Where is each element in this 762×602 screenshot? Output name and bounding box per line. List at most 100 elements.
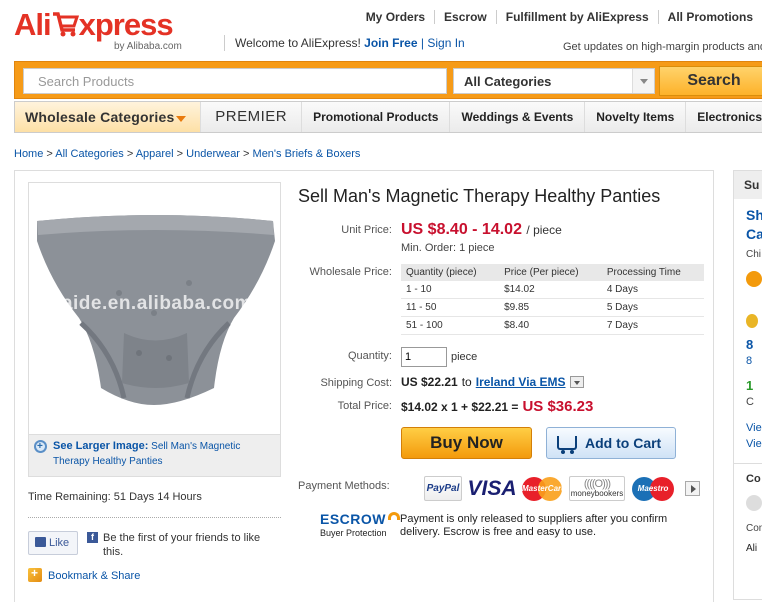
topnav-fulfillment[interactable]: Fulfillment by AliExpress <box>495 10 658 24</box>
topnav-all-promotions[interactable]: All Promotions <box>657 10 762 24</box>
search-button[interactable]: Search <box>659 66 762 96</box>
shipping-cost-label: Shipping Cost: <box>320 377 392 389</box>
maestro-text: Maestro <box>637 484 669 493</box>
quantity-unit: piece <box>451 351 478 363</box>
updates-text: Get updates on high-margin products and <box>563 41 762 53</box>
welcome-text: Welcome to AliExpress! <box>235 36 361 50</box>
visa-logo: VISA <box>467 477 517 500</box>
table-row: 51 - 100 $8.40 7 Days <box>401 316 704 335</box>
sign-in-link[interactable]: Sign In <box>427 36 464 50</box>
breadcrumb-home[interactable]: Home <box>14 148 43 160</box>
mastercard-logo: MasterCard <box>522 476 566 501</box>
category-select[interactable]: All Categories <box>453 68 655 94</box>
escrow-logo[interactable]: ESCROW Buyer Protection <box>320 511 400 538</box>
aliexpress-logo[interactable]: Ali xpress by Alibaba.com <box>14 8 204 54</box>
like-label: Like <box>49 537 70 549</box>
view-link-2[interactable]: Vie <box>746 438 762 450</box>
total-price: $14.02 x 1 + $22.21 = US $36.23 <box>401 398 593 415</box>
search-bar: Search Products All Categories Search <box>14 61 762 99</box>
supplier-stat-4: C <box>746 396 754 408</box>
chevron-down-icon[interactable] <box>632 69 654 93</box>
wholesale-categories-menu[interactable]: Wholesale Categories <box>15 102 201 132</box>
product-image[interactable]: enlaide.en.alibaba.com <box>28 182 281 435</box>
wholesale-price-label: Wholesale Price: <box>309 266 392 278</box>
topnav-escrow[interactable]: Escrow <box>434 10 496 24</box>
facebook-social-text: Be the first of your friends to like thi… <box>103 532 261 558</box>
contact-name: Ali <box>746 543 758 554</box>
supplier-name-2[interactable]: Ca <box>746 226 762 242</box>
chevron-right-icon[interactable] <box>685 481 700 496</box>
moneybookers-text: moneybookers <box>570 489 624 498</box>
cell-price: $9.85 <box>499 298 602 317</box>
top-nav: My Orders Escrow Fulfillment by AliExpre… <box>357 10 762 24</box>
nav-novelty-items[interactable]: Novelty Items <box>584 102 685 132</box>
time-remaining: Time Remaining: 51 Days 14 Hours <box>28 491 202 503</box>
breadcrumb-apparel[interactable]: Apparel <box>136 148 174 160</box>
join-free-link[interactable]: Join Free <box>364 36 417 50</box>
contact-label: Con <box>746 523 762 534</box>
supplier-stat-2: 8 <box>746 355 753 367</box>
contact-header: Co <box>746 473 761 485</box>
facebook-like-button[interactable]: Like <box>28 531 78 555</box>
total-price-label: Total Price: <box>337 400 392 412</box>
product-panel: enlaide.en.alibaba.com See Larger Image:… <box>14 170 714 602</box>
wholesale-price-table: Quantity (piece) Price (Per piece) Proce… <box>401 264 704 335</box>
logo-express: xpress <box>78 7 174 42</box>
coin-icon <box>746 271 762 287</box>
supplier-name-1[interactable]: Sh <box>746 207 762 223</box>
breadcrumb: Home > All Categories > Apparel > Underw… <box>14 148 361 160</box>
facebook-icon: f <box>87 532 98 543</box>
image-watermark: enlaide.en.alibaba.com <box>33 293 253 314</box>
buy-now-button[interactable]: Buy Now <box>401 427 532 459</box>
premier-link[interactable]: PREMIER <box>200 102 301 132</box>
view-link-1[interactable]: Vie <box>746 422 762 434</box>
nav-electronics[interactable]: Electronics <box>685 102 762 132</box>
unit-price-value: US $8.40 - 14.02 <box>401 221 522 238</box>
col-processing: Processing Time <box>601 264 704 281</box>
col-price: Price (Per piece) <box>499 264 602 281</box>
category-select-value: All Categories <box>464 74 552 89</box>
avatar <box>746 495 762 511</box>
divider <box>28 517 281 518</box>
cell-qty: 11 - 50 <box>401 298 500 317</box>
bookmark-label: Bookmark & Share <box>48 570 141 582</box>
total-formula: $14.02 x 1 + $22.21 = <box>401 400 519 414</box>
min-order: Min. Order: 1 piece <box>401 242 495 254</box>
quantity-input[interactable]: 1 <box>401 347 447 367</box>
see-larger-image[interactable]: See Larger Image: Sell Man's Magnetic Th… <box>28 435 281 477</box>
cell-qty: 51 - 100 <box>401 316 500 335</box>
search-input[interactable]: Search Products <box>23 68 447 94</box>
escrow-sub: Buyer Protection <box>320 528 387 538</box>
supplier-stat-3: 1 <box>746 378 754 393</box>
col-quantity: Quantity (piece) <box>401 264 500 281</box>
shipping-destination-link[interactable]: Ireland Via EMS <box>476 375 566 389</box>
supplier-country: Chi <box>746 249 762 260</box>
escrow-logo-text: ESCROW <box>320 511 386 527</box>
logo-ali: Ali <box>14 7 52 42</box>
logo-subtitle: by Alibaba.com <box>114 41 182 52</box>
product-title: Sell Man's Magnetic Therapy Healthy Pant… <box>298 186 661 206</box>
quantity-label: Quantity: <box>347 350 392 362</box>
shipping-dropdown-icon[interactable] <box>569 376 584 388</box>
breadcrumb-mens-briefs[interactable]: Men's Briefs & Boxers <box>253 148 361 160</box>
shipping-to: to <box>461 375 472 389</box>
medal-icon <box>746 314 758 328</box>
breadcrumb-all-categories[interactable]: All Categories <box>55 148 123 160</box>
nav-promotional-products[interactable]: Promotional Products <box>301 102 449 132</box>
logo-cart-icon <box>51 8 79 38</box>
breadcrumb-underwear[interactable]: Underwear <box>186 148 240 160</box>
cell-price: $14.02 <box>499 281 602 299</box>
see-larger-label: See Larger Image: <box>53 440 149 452</box>
topnav-my-orders[interactable]: My Orders <box>357 10 434 24</box>
add-to-cart-button[interactable]: Add to Cart <box>546 427 676 459</box>
bookmark-icon <box>28 566 42 582</box>
supplier-sidebar: Su Sh Ca Chi 8 8 1 C Vie Vie Co Con Ali <box>733 170 762 600</box>
thumbs-up-icon <box>35 537 46 547</box>
table-row: 11 - 50 $9.85 5 Days <box>401 298 704 317</box>
nav-weddings-events[interactable]: Weddings & Events <box>449 102 584 132</box>
total-price-value: US $36.23 <box>522 398 594 415</box>
paypal-logo: PayPal <box>424 476 462 501</box>
supplier-header: Su <box>734 171 762 199</box>
per-piece: / piece <box>526 223 562 237</box>
bookmark-share-link[interactable]: Bookmark & Share <box>28 566 141 582</box>
